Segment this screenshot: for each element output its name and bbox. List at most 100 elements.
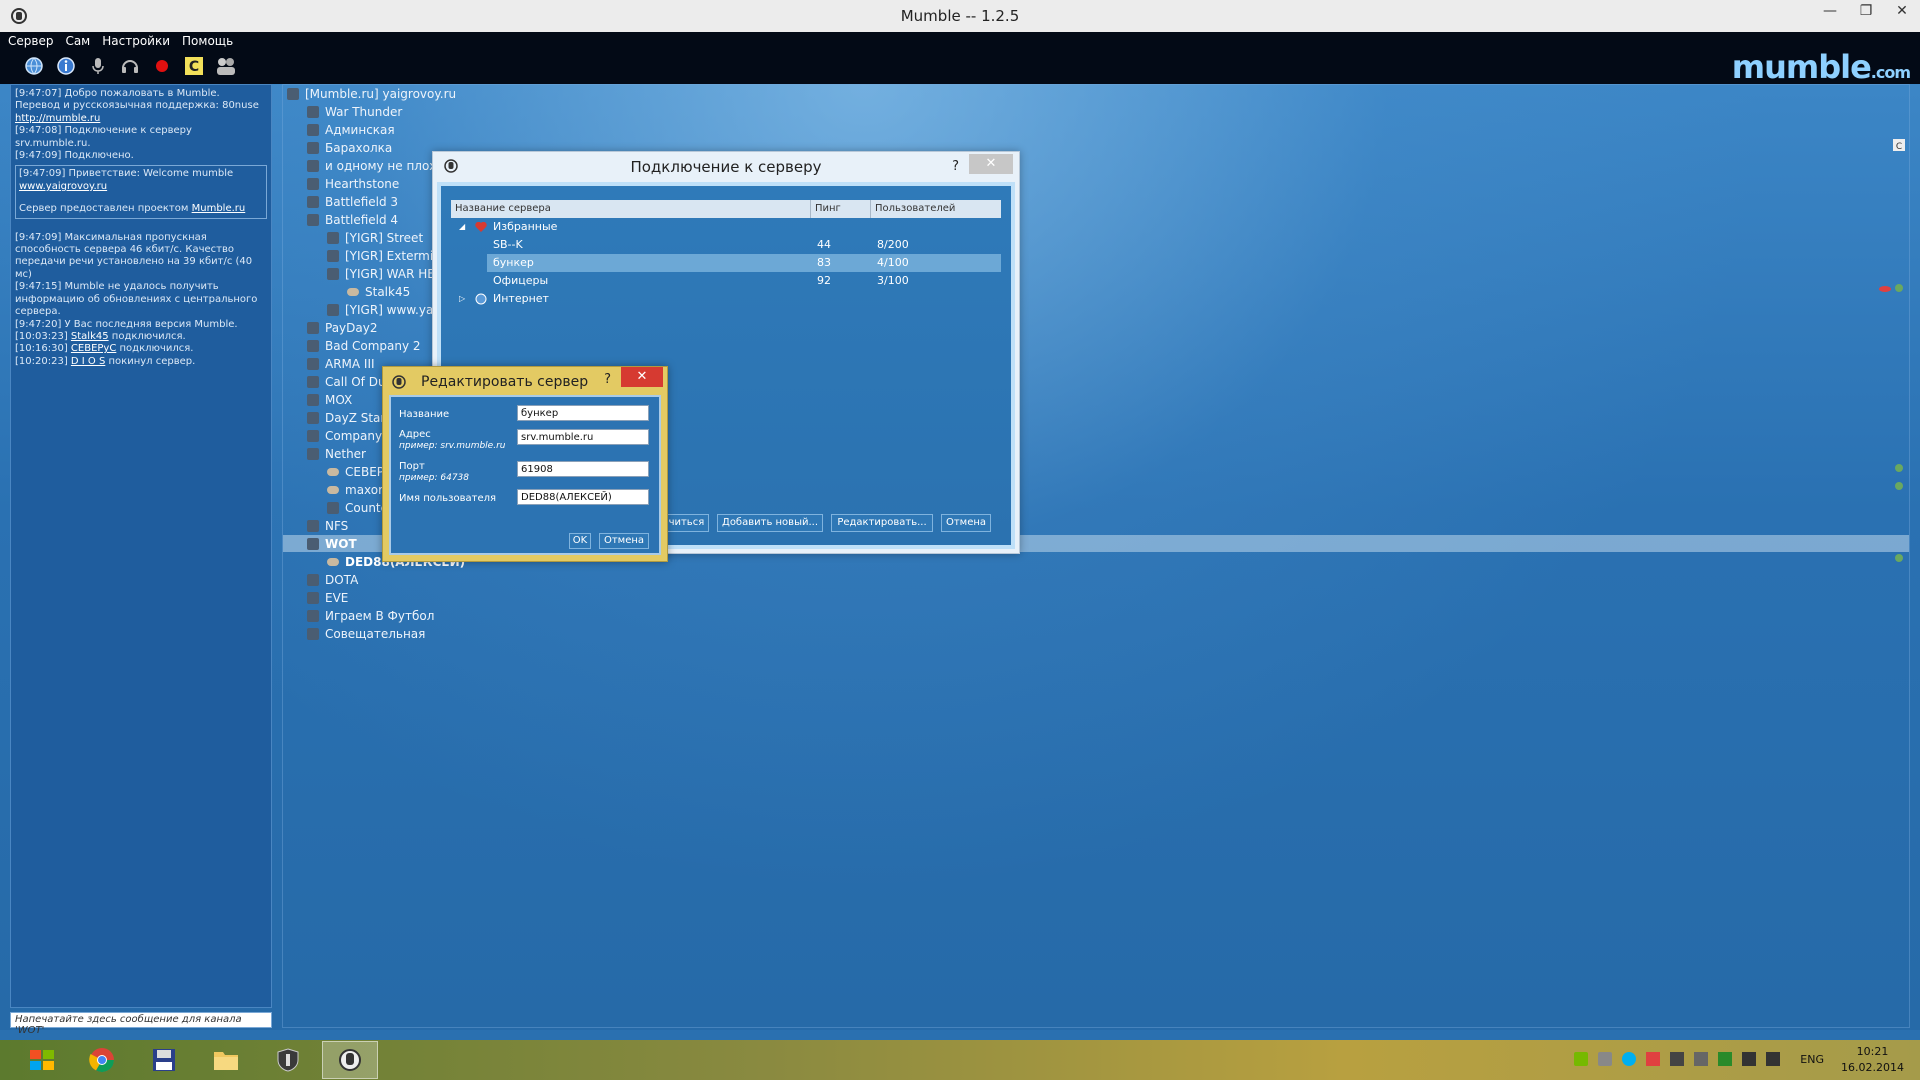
group-favorites[interactable]: ◢ Избранные: [451, 218, 1001, 236]
log-user-link[interactable]: Stalk45: [71, 331, 109, 342]
column-ping[interactable]: Пинг: [811, 200, 871, 218]
tree-channel-row[interactable]: Nether: [307, 445, 366, 463]
tree-channel-row[interactable]: PayDay2: [307, 319, 377, 337]
help-button[interactable]: ?: [952, 152, 959, 182]
close-window-button[interactable]: ✕: [1884, 0, 1920, 24]
tree-channel-row[interactable]: [Mumble.ru] yaigrovoy.ru: [287, 85, 456, 103]
tree-channel-row[interactable]: Барахолка: [307, 139, 392, 157]
mumble-app-icon[interactable]: [10, 7, 28, 25]
signal-tray-icon[interactable]: [1742, 1052, 1756, 1066]
tree-channel-row[interactable]: Играем В Футбол: [307, 607, 434, 625]
log-link[interactable]: http://mumble.ru: [15, 113, 267, 125]
collapse-arrow-icon[interactable]: ◢: [459, 218, 465, 236]
tree-channel-row[interactable]: EVE: [307, 589, 348, 607]
server-row[interactable]: Офицеры 92 3/100: [451, 272, 1001, 290]
drive-tray-icon[interactable]: [1598, 1052, 1612, 1066]
username-field[interactable]: DED88(АЛЕКСЕЙ): [517, 489, 649, 505]
port-field[interactable]: 61908: [517, 461, 649, 477]
headphones-icon[interactable]: [118, 54, 142, 78]
expand-arrow-icon[interactable]: ▷: [459, 290, 465, 308]
talking-status-icon: [1879, 284, 1903, 292]
edit-cancel-button[interactable]: Отмена: [599, 533, 649, 549]
menu-settings[interactable]: Настройки: [102, 34, 170, 48]
network-tray-icon[interactable]: [1670, 1052, 1684, 1066]
chrome-taskbar-app[interactable]: [74, 1041, 130, 1079]
tree-channel-row[interactable]: Админская: [307, 121, 395, 139]
users-config-icon[interactable]: [214, 54, 238, 78]
column-users[interactable]: Пользователей: [871, 200, 1001, 218]
chat-message-input[interactable]: Напечатайте здесь сообщение для канала '…: [10, 1012, 272, 1036]
edit-close-button[interactable]: ✕: [621, 367, 663, 387]
comment-c-icon[interactable]: C: [182, 54, 206, 78]
volume-tray-icon[interactable]: [1766, 1052, 1780, 1066]
tree-channel-row[interactable]: [YIGR] Extermi: [327, 247, 433, 265]
log-link[interactable]: Mumble.ru: [192, 203, 246, 214]
clock[interactable]: 10:21 16.02.2014: [1841, 1044, 1904, 1076]
ok-button[interactable]: OK: [569, 533, 591, 549]
windows-tray-icon[interactable]: [1646, 1052, 1660, 1066]
group-internet[interactable]: ▷ Интернет: [451, 290, 1001, 308]
tree-channel-row[interactable]: Battlefield 4: [307, 211, 398, 229]
column-server-name[interactable]: Название сервера: [451, 200, 811, 218]
connect-close-button[interactable]: ✕: [969, 154, 1013, 174]
log-user-link[interactable]: CEBEPyC: [71, 343, 116, 354]
log-pane[interactable]: [9:47:07] Добро пожаловать в Mumble. Пер…: [10, 84, 272, 1008]
tree-channel-row[interactable]: War Thunder: [307, 103, 402, 121]
tree-channel-row[interactable]: Battlefield 3: [307, 193, 398, 211]
server-row[interactable]: SB--K 44 8/200: [451, 236, 1001, 254]
action-center-tray-icon[interactable]: [1718, 1052, 1732, 1066]
tree-channel-row[interactable]: [YIGR] www.ya: [327, 301, 433, 319]
windows-start-button[interactable]: [12, 1041, 72, 1079]
tree-user-row[interactable]: CEBEP: [327, 463, 384, 481]
server-users: 3/100: [877, 274, 909, 287]
tree-channel-row[interactable]: Hearthstone: [307, 175, 399, 193]
record-icon[interactable]: [150, 54, 174, 78]
log-link[interactable]: www.yaigrovoy.ru: [19, 181, 263, 193]
edit-help-button[interactable]: ?: [604, 365, 611, 395]
connect-globe-icon[interactable]: [22, 54, 46, 78]
server-name: Офицеры: [493, 274, 549, 287]
explorer-taskbar-app[interactable]: [198, 1041, 254, 1079]
world-of-tanks-taskbar-app[interactable]: [260, 1041, 316, 1079]
channel-icon: [307, 448, 319, 460]
microphone-icon[interactable]: [86, 54, 110, 78]
save-taskbar-app[interactable]: [136, 1041, 192, 1079]
tree-user-row[interactable]: maxor: [327, 481, 383, 499]
connect-cancel-button[interactable]: Отмена: [941, 514, 991, 532]
tree-user-row[interactable]: Stalk45: [347, 283, 410, 301]
language-indicator[interactable]: ENG: [1800, 1053, 1824, 1066]
info-icon[interactable]: [54, 54, 78, 78]
edit-server-button[interactable]: Редактировать...: [831, 514, 933, 532]
tree-channel-row[interactable]: Bad Company 2: [307, 337, 421, 355]
tree-channel-row[interactable]: [YIGR] Street: [327, 229, 423, 247]
tree-channel-row[interactable]: и одному не плохо: [307, 157, 444, 175]
minimize-button[interactable]: —: [1812, 0, 1848, 24]
tree-channel-row[interactable]: DOTA: [307, 571, 358, 589]
tree-channel-row[interactable]: Counte: [327, 499, 388, 517]
name-field[interactable]: бункер: [517, 405, 649, 421]
menu-help[interactable]: Помощь: [182, 34, 233, 48]
nvidia-tray-icon[interactable]: [1574, 1052, 1588, 1066]
tree-channel-row[interactable]: WOT: [307, 535, 357, 553]
comment-icon[interactable]: C: [1893, 139, 1905, 151]
tree-channel-row[interactable]: ARMA III: [307, 355, 375, 373]
svg-text:C: C: [189, 59, 199, 75]
menu-self[interactable]: Сам: [65, 34, 90, 48]
address-field[interactable]: srv.mumble.ru: [517, 429, 649, 445]
tools-tray-icon[interactable]: [1694, 1052, 1708, 1066]
tree-channel-row[interactable]: NFS: [307, 517, 348, 535]
tree-channel-row[interactable]: DayZ Stan: [307, 409, 388, 427]
mumble-taskbar-app[interactable]: [322, 1041, 378, 1079]
tree-channel-row[interactable]: Совещательная: [307, 625, 425, 643]
channel-icon: [327, 304, 339, 316]
menu-server[interactable]: Сервер: [8, 34, 53, 48]
tree-channel-row[interactable]: MOX: [307, 391, 352, 409]
tree-channel-row[interactable]: Call Of Dut: [307, 373, 390, 391]
skype-tray-icon[interactable]: [1622, 1052, 1636, 1066]
log-user-link[interactable]: D I O S: [71, 356, 105, 367]
add-new-button[interactable]: Добавить новый...: [717, 514, 823, 532]
server-row-selected[interactable]: бункер 83 4/100: [487, 254, 1001, 272]
maximize-button[interactable]: ❐: [1848, 0, 1884, 24]
tree-channel-row[interactable]: Company (: [307, 427, 391, 445]
tree-channel-row[interactable]: [YIGR] WAR HE: [327, 265, 435, 283]
